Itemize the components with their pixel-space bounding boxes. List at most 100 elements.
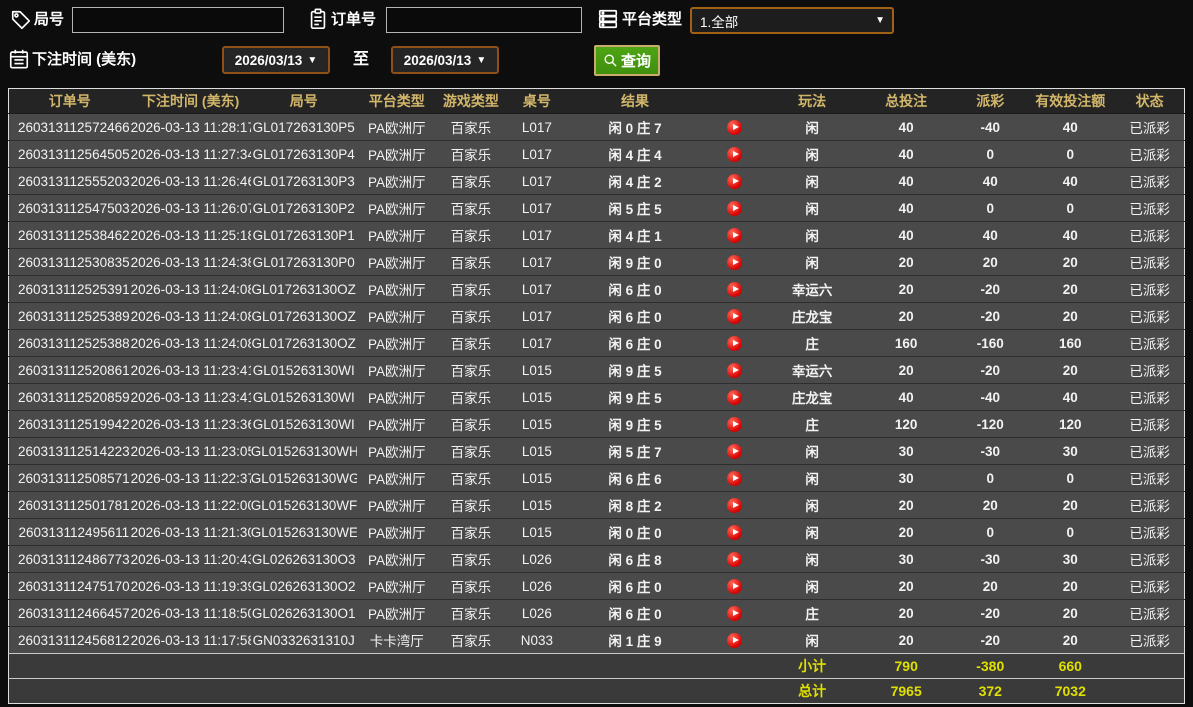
platform-type-label: 平台类型	[622, 6, 682, 34]
replay-video-icon[interactable]	[727, 363, 742, 378]
cell-platform: PA欧洲厅	[357, 519, 437, 546]
subtotal-row-bet: 790	[857, 654, 955, 679]
cell-time: 2026-03-13 11:24:08	[131, 330, 251, 357]
replay-video-icon[interactable]	[727, 336, 742, 351]
cell-status: 已派彩	[1115, 195, 1184, 222]
replay-video-icon[interactable]	[727, 579, 742, 594]
cell-bet: 40	[857, 222, 955, 249]
cell-table: L017	[505, 168, 569, 195]
cell-payout: 20	[955, 492, 1025, 519]
cell-time: 2026-03-13 11:24:38	[131, 249, 251, 276]
cell-bet: 40	[857, 195, 955, 222]
replay-video-icon[interactable]	[727, 201, 742, 216]
subtotal-row-payout: -380	[955, 654, 1025, 679]
cell-table: L017	[505, 222, 569, 249]
game-no-input[interactable]	[72, 7, 284, 33]
cell-result: 闲 9 庄 5	[569, 384, 701, 411]
replay-video-icon[interactable]	[727, 552, 742, 567]
cell-game: 百家乐	[437, 465, 505, 492]
cell-time: 2026-03-13 11:18:50	[131, 600, 251, 627]
order-no-input[interactable]	[386, 7, 582, 33]
table-row: 2603131125208612026-03-13 11:23:41GL0152…	[9, 357, 1185, 384]
cell-payout: -120	[955, 411, 1025, 438]
cell-table: L015	[505, 519, 569, 546]
cell-valid: 30	[1025, 438, 1115, 465]
table-row: 2603131125253912026-03-13 11:24:08GL0172…	[9, 276, 1185, 303]
cell-valid: 0	[1025, 141, 1115, 168]
replay-video-icon[interactable]	[727, 120, 742, 135]
cell-time: 2026-03-13 11:24:08	[131, 276, 251, 303]
cell-bet: 30	[857, 465, 955, 492]
cell-platform: PA欧洲厅	[357, 303, 437, 330]
replay-video-icon[interactable]	[727, 390, 742, 405]
cell-result: 闲 6 庄 8	[569, 546, 701, 573]
replay-video-icon[interactable]	[727, 147, 742, 162]
cell-platform: PA欧洲厅	[357, 276, 437, 303]
cell-payout: -20	[955, 600, 1025, 627]
cell-status: 已派彩	[1115, 573, 1184, 600]
cell-time: 2026-03-13 11:26:07	[131, 195, 251, 222]
cell-time: 2026-03-13 11:23:41	[131, 357, 251, 384]
cell-time: 2026-03-13 11:22:37	[131, 465, 251, 492]
cell-order: 260313112538462	[9, 222, 131, 249]
replay-video-icon[interactable]	[727, 417, 742, 432]
cell-game: 百家乐	[437, 303, 505, 330]
replay-video-icon[interactable]	[727, 444, 742, 459]
total-row-valid: 7032	[1025, 679, 1115, 704]
cell-table: N033	[505, 627, 569, 654]
replay-video-icon[interactable]	[727, 255, 742, 270]
header-play: 玩法	[767, 89, 857, 114]
replay-video-icon[interactable]	[727, 525, 742, 540]
cell-play: 庄	[767, 411, 857, 438]
cell-platform: PA欧洲厅	[357, 492, 437, 519]
date-from-select[interactable]: 2026/03/13 ▼	[222, 46, 330, 74]
cell-result: 闲 6 庄 0	[569, 573, 701, 600]
search-button[interactable]: 查询	[594, 45, 660, 76]
replay-video-icon[interactable]	[727, 606, 742, 621]
cell-order: 260313112564505	[9, 141, 131, 168]
total-row: 总计79653727032	[9, 679, 1185, 704]
cell-table: L015	[505, 411, 569, 438]
cell-game: 百家乐	[437, 357, 505, 384]
replay-video-icon[interactable]	[727, 471, 742, 486]
cell-table: L026	[505, 600, 569, 627]
cell-result: 闲 1 庄 9	[569, 627, 701, 654]
cell-play: 闲	[767, 573, 857, 600]
cell-round: GL017263130P0	[251, 249, 357, 276]
cell-result: 闲 9 庄 5	[569, 357, 701, 384]
cell-valid: 20	[1025, 303, 1115, 330]
cell-round: GL015263130WI	[251, 411, 357, 438]
cell-time: 2026-03-13 11:20:43	[131, 546, 251, 573]
cell-play: 庄龙宝	[767, 384, 857, 411]
cell-order: 260313112519942	[9, 411, 131, 438]
replay-video-icon[interactable]	[727, 282, 742, 297]
replay-video-icon[interactable]	[727, 633, 742, 648]
cell-round: GL026263130O2	[251, 573, 357, 600]
platform-type-select[interactable]: 1.全部 ▼	[690, 7, 894, 34]
table-row: 2603131125645052026-03-13 11:27:34GL0172…	[9, 141, 1185, 168]
cell-payout: -160	[955, 330, 1025, 357]
cell-order: 260313112520861	[9, 357, 131, 384]
cell-payout: 40	[955, 168, 1025, 195]
cell-order: 260313112530835	[9, 249, 131, 276]
table-row: 2603131125552032026-03-13 11:26:46GL0172…	[9, 168, 1185, 195]
replay-video-icon[interactable]	[727, 174, 742, 189]
cell-platform: PA欧洲厅	[357, 222, 437, 249]
table-row: 2603131125142232026-03-13 11:23:05GL0152…	[9, 438, 1185, 465]
replay-video-icon[interactable]	[727, 309, 742, 324]
table-row: 2603131125253882026-03-13 11:24:08GL0172…	[9, 330, 1185, 357]
cell-status: 已派彩	[1115, 438, 1184, 465]
cell-platform: PA欧洲厅	[357, 357, 437, 384]
cell-round: GL026263130O1	[251, 600, 357, 627]
cell-order: 260313112456812	[9, 627, 131, 654]
cell-play: 闲	[767, 519, 857, 546]
cell-order: 260313112525389	[9, 303, 131, 330]
replay-video-icon[interactable]	[727, 498, 742, 513]
cell-play: 闲	[767, 168, 857, 195]
cell-game: 百家乐	[437, 141, 505, 168]
cell-payout: -20	[955, 276, 1025, 303]
cell-game: 百家乐	[437, 114, 505, 141]
date-to-select[interactable]: 2026/03/13 ▼	[391, 46, 499, 74]
cell-payout: -40	[955, 114, 1025, 141]
replay-video-icon[interactable]	[727, 228, 742, 243]
